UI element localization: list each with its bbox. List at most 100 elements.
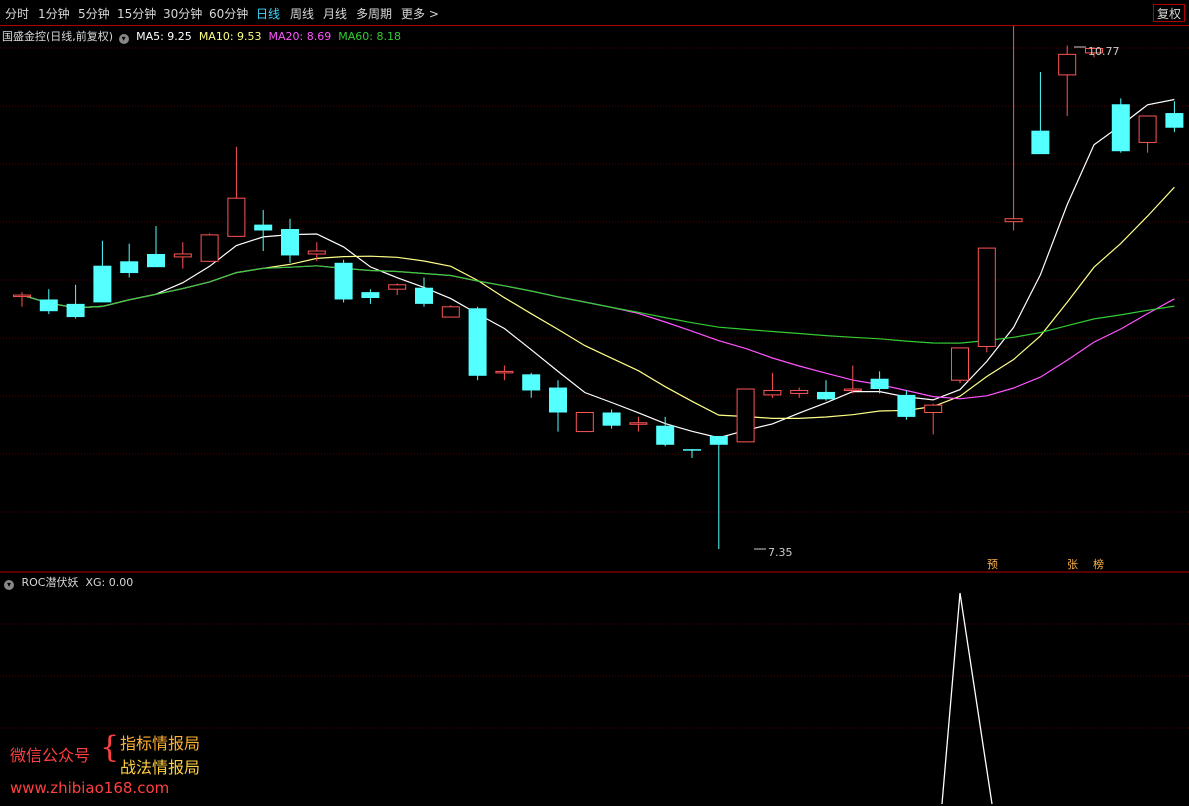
candle-body	[897, 394, 916, 417]
candle	[200, 233, 219, 262]
candle-body	[1031, 130, 1050, 155]
candle-body	[415, 287, 433, 304]
candle-body	[147, 253, 165, 268]
candle	[173, 242, 192, 269]
tab-fenshi[interactable]: 分时	[5, 5, 29, 22]
chart-area[interactable]: 10.77 7.35 预 张 榜	[0, 26, 1189, 806]
candle	[817, 380, 835, 401]
candle	[763, 372, 782, 398]
candle	[1031, 71, 1050, 155]
tab-1min[interactable]: 1分钟	[38, 5, 70, 22]
tab-monthly[interactable]: 月线	[323, 5, 347, 22]
candle	[736, 388, 755, 443]
candle	[549, 380, 567, 432]
candle	[441, 305, 460, 318]
candle-body	[977, 247, 996, 347]
candle	[790, 387, 809, 398]
candle	[147, 226, 165, 268]
indicator-line	[941, 592, 993, 805]
candle-body	[495, 370, 514, 374]
watermark-brace: {	[100, 730, 120, 765]
candle	[602, 409, 621, 429]
adjust-button[interactable]: 复权	[1153, 4, 1185, 22]
candle-body	[522, 374, 541, 391]
candle	[1165, 101, 1184, 133]
candle	[1058, 45, 1077, 116]
candle	[629, 416, 648, 432]
candle-body	[575, 411, 594, 433]
main-legend: 国盛金控(日线,前复权) ▾ MA5: 9.25 MA10: 9.53 MA20…	[2, 28, 401, 44]
candle-body	[13, 294, 31, 298]
candle-body	[763, 389, 782, 396]
candle-body	[870, 378, 889, 390]
indicator-value: XG: 0.00	[85, 576, 134, 589]
candle	[1004, 26, 1023, 231]
candle	[709, 435, 728, 549]
candle-body	[388, 284, 407, 290]
tab-60min[interactable]: 60分钟	[209, 5, 248, 22]
xg-signal-line	[941, 592, 993, 805]
candle-body	[120, 261, 139, 274]
tab-multi-period[interactable]: 多周期	[356, 5, 392, 22]
candle-body	[549, 387, 567, 413]
candle-body	[361, 292, 380, 298]
candle	[1138, 115, 1157, 153]
candle	[281, 218, 299, 263]
candle-body	[736, 388, 755, 443]
indicator-settings-icon[interactable]: ▾	[4, 580, 14, 590]
candle	[683, 449, 701, 458]
tab-5min[interactable]: 5分钟	[78, 5, 110, 22]
candle	[951, 347, 969, 384]
grid-lines	[0, 47, 1189, 729]
candle-body	[656, 425, 675, 445]
candle	[361, 289, 380, 304]
candle	[522, 372, 541, 398]
tab-30min[interactable]: 30分钟	[163, 5, 202, 22]
indicator-name: ROC潜伏妖	[21, 576, 79, 589]
ma10-line	[21, 186, 1175, 419]
candle	[13, 292, 31, 307]
candle	[415, 277, 433, 307]
candle-body	[790, 389, 809, 394]
high-price-label: 10.77	[1088, 45, 1120, 58]
low-label: 7.35	[754, 546, 793, 559]
candle	[254, 209, 273, 252]
watermark-line2: 战法情报局	[120, 758, 201, 777]
candle-body	[1004, 218, 1023, 223]
settings-icon[interactable]: ▾	[118, 34, 129, 44]
candle	[1111, 98, 1130, 153]
candle	[334, 259, 353, 303]
tab-15min[interactable]: 15分钟	[117, 5, 156, 22]
watermark-url: www.zhibiao168.com	[10, 779, 170, 797]
candle-body	[39, 299, 58, 312]
candle	[495, 365, 514, 381]
candle	[977, 247, 996, 353]
candle-body	[200, 234, 219, 262]
candle-body	[629, 422, 648, 425]
candle	[66, 284, 85, 319]
candle	[227, 146, 246, 237]
candle	[575, 411, 594, 433]
tab-weekly[interactable]: 周线	[290, 5, 314, 22]
watermark-wechat: 微信公众号	[10, 746, 91, 765]
candle-body	[227, 197, 246, 237]
candle-body	[1165, 113, 1184, 128]
high-label: 10.77	[1074, 45, 1120, 58]
candle	[388, 283, 407, 296]
ma5-line	[21, 98, 1175, 439]
candle-body	[1111, 104, 1130, 152]
tab-daily[interactable]: 日线	[256, 5, 280, 22]
candle-body	[924, 404, 943, 413]
ma60-line	[21, 265, 1175, 344]
candle-body	[951, 347, 969, 381]
ma20-value: MA20: 8.69	[268, 30, 332, 43]
tab-more[interactable]: 更多 >	[401, 5, 439, 22]
candle-body	[817, 391, 835, 400]
candle-body	[173, 253, 192, 258]
stock-name: 国盛金控(日线,前复权)	[2, 30, 114, 43]
candle-body	[441, 306, 460, 318]
mark-bang: 榜	[1093, 557, 1104, 571]
period-toolbar: 分时 1分钟 5分钟 15分钟 30分钟 60分钟 日线 周线 月线 多周期 更…	[0, 0, 1189, 26]
candle-body	[307, 250, 326, 255]
indicator-legend: ▾ ROC潜伏妖 XG: 0.00	[4, 574, 133, 590]
